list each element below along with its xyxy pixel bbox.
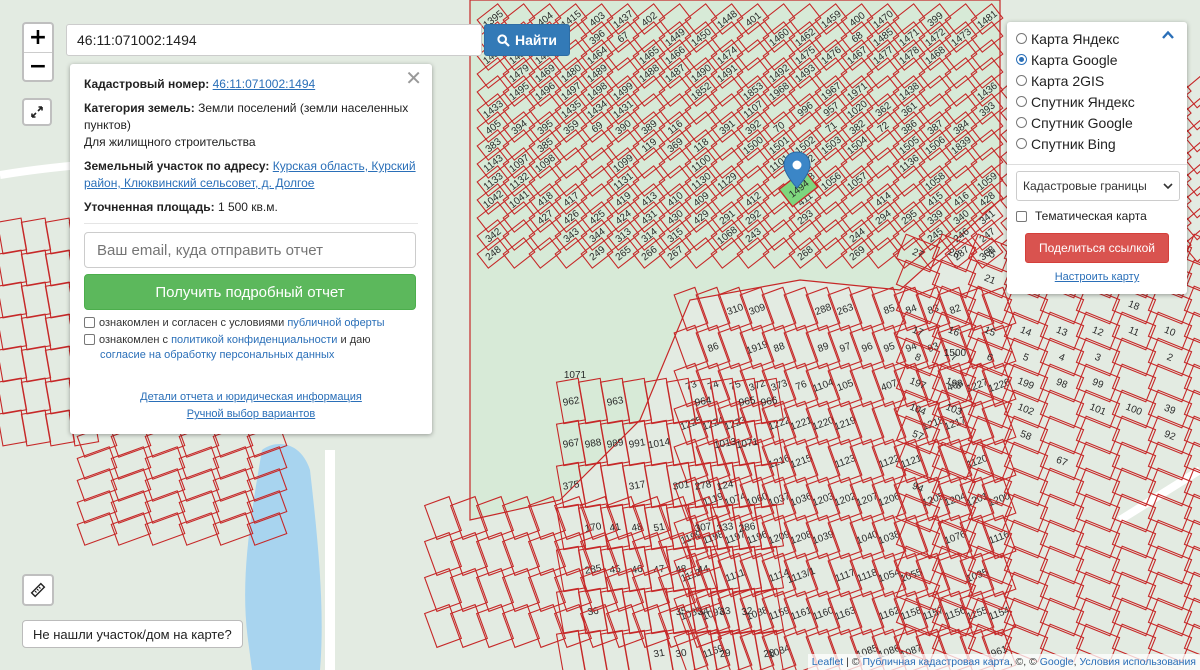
- big-parcel-label: 1071: [564, 370, 587, 381]
- basemap-radio[interactable]: [1016, 96, 1027, 107]
- basemap-radio[interactable]: [1016, 33, 1027, 44]
- terms-link[interactable]: Условия использования: [1079, 656, 1196, 668]
- cadastral-number-row: Кадастровый номер: 46:11:071002:1494: [84, 76, 418, 93]
- cadastral-search-input[interactable]: [66, 24, 482, 56]
- basemap-option-label: Карта Яндекс: [1031, 30, 1120, 47]
- chevron-up-icon[interactable]: [1161, 28, 1175, 42]
- basemap-radio[interactable]: [1016, 54, 1027, 65]
- basemap-option[interactable]: Карта Google: [1016, 49, 1178, 70]
- basemap-option[interactable]: Карта 2GIS: [1016, 70, 1178, 91]
- thematic-map-checkbox[interactable]: [1016, 210, 1027, 222]
- privacy-agreement-text-2: и даю: [340, 334, 371, 346]
- basemap-options: Карта Яндекс Карта Google Карта 2GIS Спутни…: [1016, 28, 1178, 154]
- offer-agreement-text: ознакомлен и согласен с условиями: [99, 317, 285, 329]
- land-use-value: Для жилищного строительства: [84, 135, 256, 149]
- info-footer-links: Детали отчета и юридическая информация Р…: [84, 389, 418, 423]
- report-details-link[interactable]: Детали отчета и юридическая информация: [140, 391, 362, 403]
- privacy-policy-link[interactable]: политикой конфиденциальности: [171, 334, 337, 346]
- configure-map-link[interactable]: Настроить карту: [1055, 271, 1140, 283]
- share-link-button[interactable]: Поделиться ссылкой: [1025, 233, 1169, 263]
- basemap-radio[interactable]: [1016, 75, 1027, 86]
- privacy-agreement-row: ознакомлен с политикой конфиденциальност…: [84, 333, 418, 363]
- public-offer-link[interactable]: публичной оферты: [287, 317, 384, 329]
- offer-agreement-row: ознакомлен и согласен с условиями публич…: [84, 316, 418, 331]
- parcel-info-panel: ✕ Кадастровый номер: 46:11:071002:1494 К…: [70, 64, 432, 434]
- address-row: Земельный участок по адресу: Курская обл…: [84, 158, 418, 192]
- measure-button[interactable]: [22, 574, 54, 606]
- google-link[interactable]: Google: [1040, 656, 1074, 668]
- basemap-option-label: Спутник Bing: [1031, 135, 1116, 152]
- land-category-row: Категория земель: Земли поселений (земли…: [84, 100, 418, 151]
- thematic-map-label: Тематическая карта: [1035, 209, 1147, 223]
- basemap-option-label: Карта Google: [1031, 51, 1118, 68]
- basemap-option[interactable]: Спутник Яндекс: [1016, 91, 1178, 112]
- zoom-out-button[interactable]: −: [24, 52, 52, 80]
- personal-data-consent-link[interactable]: согласие на обработку персональных данны…: [100, 349, 334, 361]
- area-row: Уточненная площадь: 1 500 кв.м.: [84, 199, 418, 216]
- basemap-option-label: Спутник Google: [1031, 114, 1133, 131]
- configure-map-link-row: Настроить карту: [1016, 271, 1178, 283]
- attribution-sep: | ©: [843, 656, 863, 668]
- privacy-agreement-text: ознакомлен с: [99, 334, 169, 346]
- basemap-option-label: Карта 2GIS: [1031, 72, 1105, 89]
- manual-selection-link[interactable]: Ручной выбор вариантов: [187, 408, 315, 420]
- layer-select-value: Кадастровые границы: [1023, 179, 1147, 193]
- leaflet-link[interactable]: Leaflet: [812, 656, 844, 668]
- chevron-down-icon: [1163, 183, 1173, 190]
- area-value: 1 500 кв.м.: [217, 200, 278, 214]
- layers-panel: Карта Яндекс Карта Google Карта 2GIS Спутни…: [1007, 22, 1187, 294]
- offer-checkbox[interactable]: [84, 317, 95, 328]
- map-attribution: Leaflet | © Публичная кадастровая карта,…: [807, 654, 1200, 670]
- search-icon: [497, 33, 510, 47]
- basemap-radio[interactable]: [1016, 117, 1027, 128]
- attribution-sep: , ©, ©: [1009, 656, 1040, 668]
- big-parcel-label: 1500: [944, 348, 967, 359]
- not-found-button[interactable]: Не нашли участок/дом на карте?: [22, 620, 243, 648]
- ruler-icon: [30, 582, 46, 598]
- pin-dot: [792, 160, 802, 170]
- search-button-label: Найти: [515, 32, 557, 48]
- pkk-link[interactable]: Публичная кадастровая карта: [862, 656, 1009, 668]
- privacy-checkbox[interactable]: [84, 334, 95, 345]
- basemap-option[interactable]: Спутник Bing: [1016, 133, 1178, 154]
- zoom-in-button[interactable]: +: [24, 24, 52, 52]
- land-category-label: Категория земель:: [84, 101, 195, 115]
- divider: [84, 223, 418, 224]
- search-button[interactable]: Найти: [484, 24, 570, 56]
- get-report-button[interactable]: Получить подробный отчет: [84, 274, 416, 310]
- area-label: Уточненная площадь:: [84, 200, 215, 214]
- basemap-option[interactable]: Спутник Google: [1016, 112, 1178, 133]
- cadastral-number-label: Кадастровый номер:: [84, 77, 210, 91]
- basemap-radio[interactable]: [1016, 138, 1027, 149]
- address-label: Земельный участок по адресу:: [84, 159, 270, 173]
- thematic-map-row[interactable]: Тематическая карта: [1016, 209, 1178, 223]
- close-icon[interactable]: ✕: [405, 68, 422, 88]
- fullscreen-button[interactable]: [22, 98, 52, 126]
- basemap-option-label: Спутник Яндекс: [1031, 93, 1135, 110]
- email-field[interactable]: [84, 232, 416, 268]
- zoom-control: + −: [22, 22, 54, 82]
- layer-select[interactable]: Кадастровые границы: [1016, 171, 1180, 201]
- divider: [1007, 164, 1187, 165]
- expand-icon: [31, 106, 43, 118]
- cadastral-number-link[interactable]: 46:11:071002:1494: [213, 77, 316, 91]
- basemap-option[interactable]: Карта Яндекс: [1016, 28, 1178, 49]
